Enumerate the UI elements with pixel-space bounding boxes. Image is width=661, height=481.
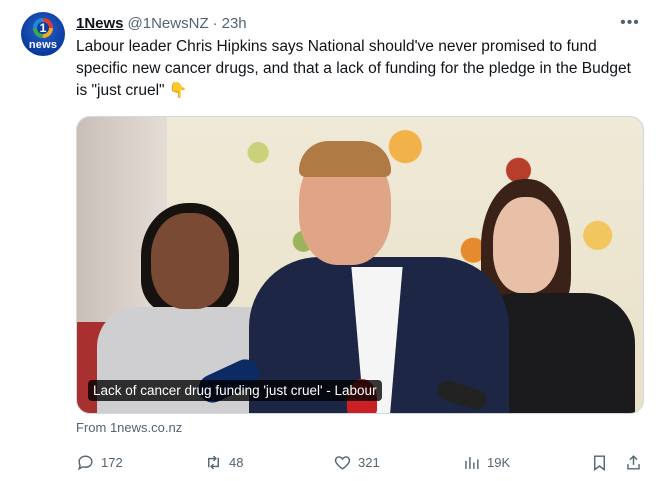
avatar-logo-number: 1 xyxy=(39,21,47,35)
tweet-text: Labour leader Chris Hipkins says Nationa… xyxy=(76,36,636,102)
bookmark-icon xyxy=(594,454,605,471)
reply-button[interactable]: 172 xyxy=(76,448,123,476)
woman-right-face xyxy=(493,197,559,293)
avatar-logo-text: news xyxy=(28,39,58,51)
reply-icon xyxy=(77,454,93,470)
tweet-body: Labour leader Chris Hipkins says Nationa… xyxy=(76,38,631,99)
share-icon xyxy=(627,454,640,470)
timestamp[interactable]: 23h xyxy=(222,15,247,32)
avatar[interactable]: 1 news xyxy=(21,12,65,56)
tweet[interactable]: 1 news 1News @1NewsNZ · 23h ••• Labour l… xyxy=(0,0,661,481)
views-count: 19K xyxy=(487,454,511,470)
man-center-hair xyxy=(299,141,391,177)
tweet-header: 1News @1NewsNZ · 23h xyxy=(76,12,247,34)
pointing-down-emoji-icon: 👇 xyxy=(168,82,188,99)
heart-icon xyxy=(334,455,351,470)
reply-count: 172 xyxy=(101,454,123,470)
more-options-icon[interactable]: ••• xyxy=(617,10,643,36)
author-handle[interactable]: @1NewsNZ xyxy=(128,15,209,32)
action-bar: 172 48 321 19K xyxy=(76,448,644,476)
share-button[interactable] xyxy=(624,448,649,476)
retweet-icon xyxy=(208,455,219,469)
woman-left-face xyxy=(151,213,229,309)
bookmark-button[interactable] xyxy=(590,448,615,476)
author-name[interactable]: 1News xyxy=(76,15,124,32)
media-caption: Lack of cancer drug funding 'just cruel'… xyxy=(88,380,382,401)
retweet-button[interactable]: 48 xyxy=(204,448,243,476)
like-count: 321 xyxy=(358,454,380,470)
like-button[interactable]: 321 xyxy=(333,448,380,476)
link-source[interactable]: From 1news.co.nz xyxy=(76,420,182,435)
views-icon xyxy=(465,456,479,469)
views-button[interactable]: 19K xyxy=(462,448,510,476)
retweet-count: 48 xyxy=(229,454,244,470)
tweet-media[interactable]: Lack of cancer drug funding 'just cruel'… xyxy=(76,116,644,414)
separator: · xyxy=(212,14,218,32)
